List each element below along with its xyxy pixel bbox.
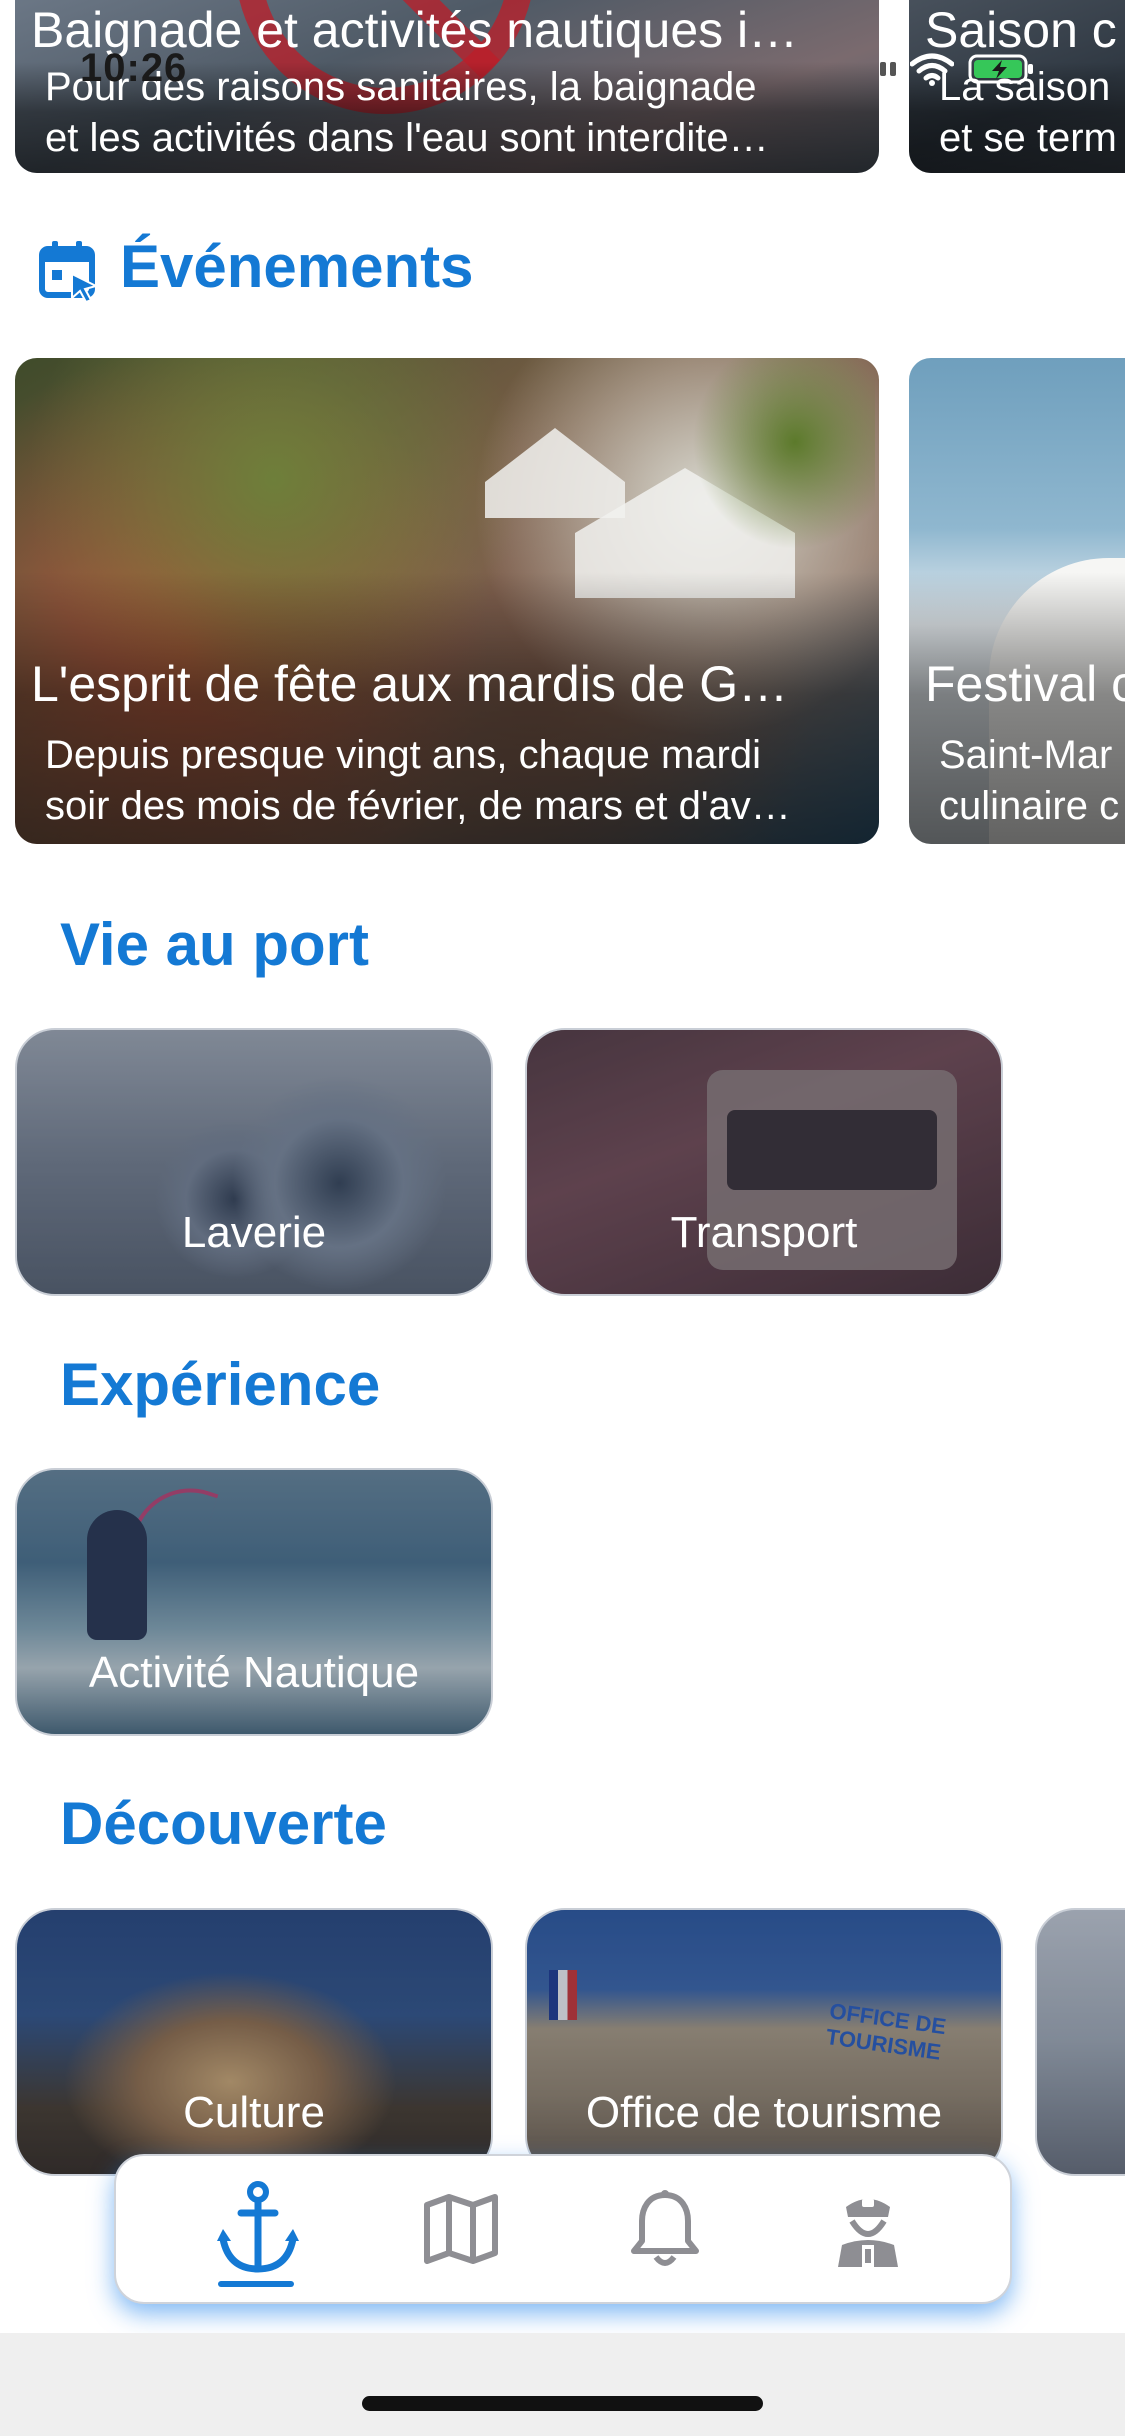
tile-label: Culture: [183, 2088, 325, 2137]
status-time: 10:26: [80, 46, 188, 90]
event-card-title: L'esprit de fête aux mardis de G…: [31, 656, 789, 712]
tab-bar: [114, 2154, 1012, 2304]
tile-label: Office de tourisme: [585, 2088, 943, 2137]
tab-capitainerie[interactable]: [808, 2169, 928, 2289]
tab-map[interactable]: [401, 2169, 521, 2289]
tile-culture[interactable]: Culture: [15, 1908, 493, 2176]
event-card-title: Festival c: [925, 656, 1125, 712]
events-section-title: Événements: [120, 233, 474, 300]
news-card[interactable]: Saison c La saison et se term: [909, 0, 1125, 173]
anchor-icon: [216, 2181, 299, 2273]
signal-icon: [880, 62, 896, 76]
experience-title: Expérience: [60, 1351, 381, 1418]
tile-decouverte-extra[interactable]: [1035, 1908, 1125, 2176]
tile-label: Transport: [670, 1208, 858, 1257]
status-icons: [880, 52, 1034, 86]
home-indicator-area: [0, 2333, 1125, 2436]
tile-office-de-tourisme[interactable]: OFFICE DE TOURISME Office de tourisme: [525, 1908, 1003, 2176]
event-card-description: Saint-Mar culinaire c: [939, 733, 1120, 828]
decouverte-title: Découverte: [60, 1790, 387, 1857]
event-card[interactable]: L'esprit de fête aux mardis de G… Depuis…: [15, 358, 879, 844]
news-card-title: Saison c: [925, 2, 1117, 58]
captain-icon: [838, 2199, 899, 2267]
tile-activite-nautique[interactable]: Activité Nautique: [15, 1468, 493, 1736]
tile-label: Laverie: [181, 1208, 327, 1257]
home-indicator[interactable]: [362, 2396, 763, 2411]
tab-notifications[interactable]: [605, 2169, 725, 2289]
bell-icon: [630, 2190, 699, 2266]
app-screen: Baignade et activités nautiques i… Pour …: [0, 0, 1125, 2436]
vie-au-port-title: Vie au port: [60, 911, 369, 978]
event-card-description: Depuis presque vingt ans, chaque mardi s…: [45, 733, 791, 828]
battery-icon: [968, 54, 1033, 84]
tile-laverie[interactable]: Laverie: [15, 1028, 493, 1296]
event-card[interactable]: Festival c Saint-Mar culinaire c: [909, 358, 1125, 844]
tile-transport[interactable]: Transport: [525, 1028, 1003, 1296]
map-icon: [424, 2194, 499, 2264]
tile-label: Activité Nautique: [88, 1648, 420, 1697]
tab-port[interactable]: [198, 2169, 318, 2289]
wifi-icon: [910, 53, 954, 86]
calendar-icon: [39, 241, 99, 302]
